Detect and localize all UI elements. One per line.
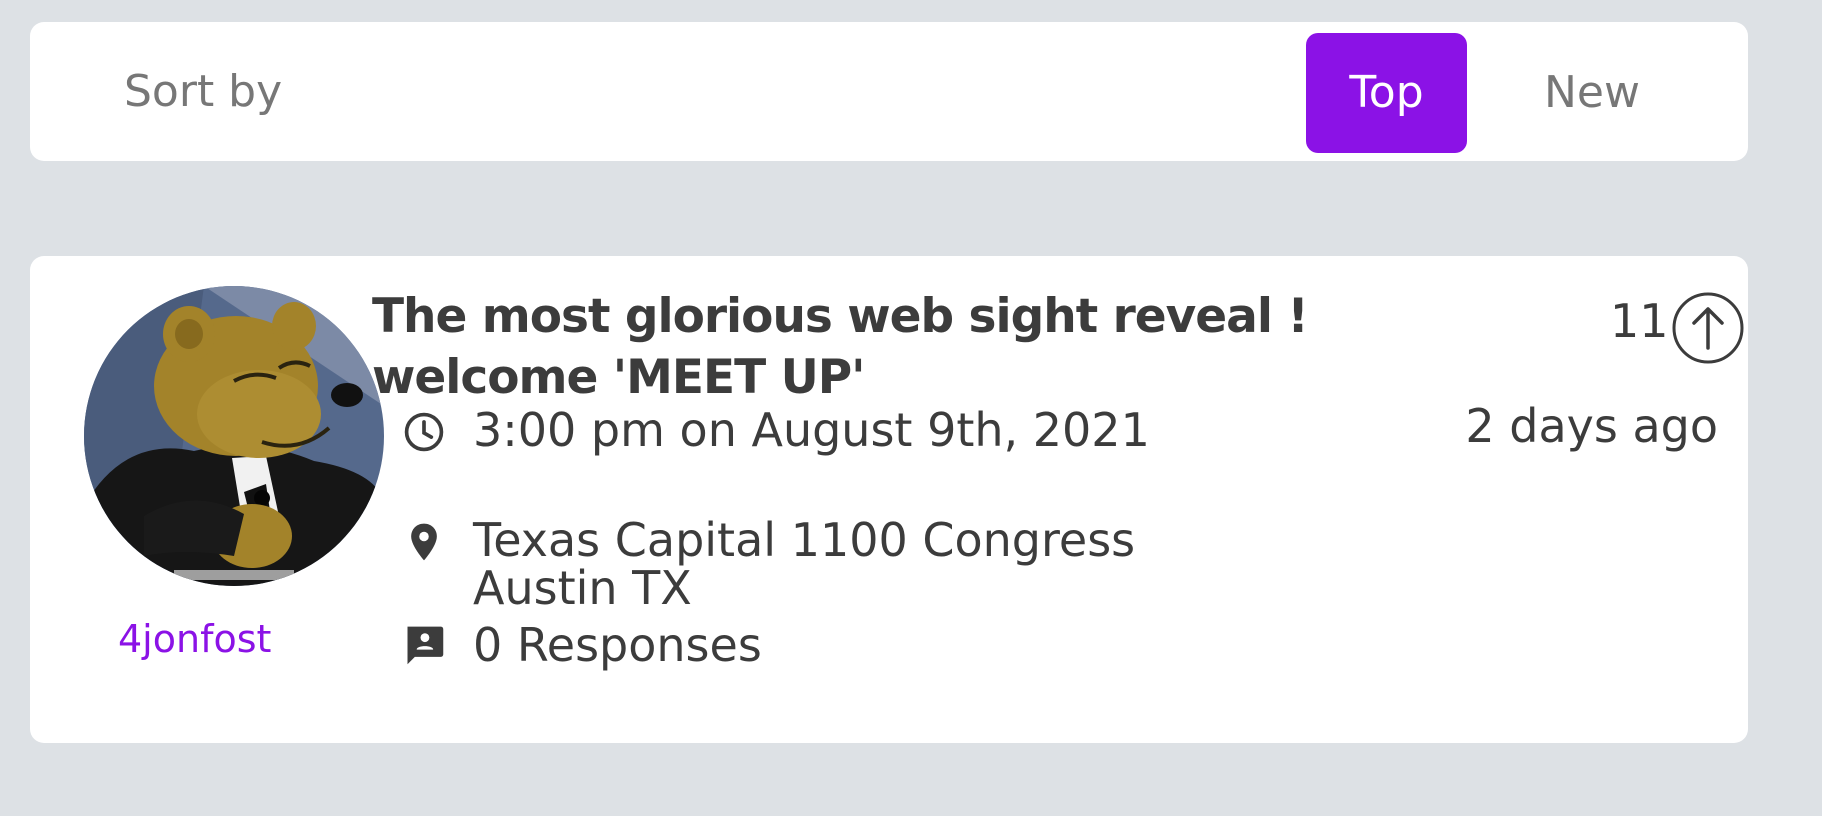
post-time-row: 3:00 pm on August 9th, 2021 xyxy=(402,406,1150,454)
sort-tab-new[interactable]: New xyxy=(1510,33,1674,153)
arrow-up-circle-icon[interactable] xyxy=(1672,292,1744,364)
bear-in-tuxedo-avatar xyxy=(84,286,384,586)
author-username-link[interactable]: 4jonfost xyxy=(118,617,271,661)
location-line-1: Texas Capital 1100 Congress xyxy=(473,513,1136,567)
post-responses-row: 0 Responses xyxy=(402,621,762,669)
sort-by-label: Sort by xyxy=(124,66,283,117)
vote-score: 11 xyxy=(1610,294,1669,348)
clock-icon xyxy=(404,412,444,452)
comment-icon xyxy=(407,626,444,665)
post-responses-count[interactable]: 0 Responses xyxy=(473,621,762,669)
post-age: 2 days ago xyxy=(1465,399,1718,453)
post-location-row: Texas Capital 1100 Congress Austin TX xyxy=(402,516,1135,612)
map-pin-icon xyxy=(411,523,437,561)
post-location: Texas Capital 1100 Congress Austin TX xyxy=(473,516,1135,612)
avatar-image xyxy=(84,286,384,586)
location-line-2: Austin TX xyxy=(473,561,692,615)
post-time: 3:00 pm on August 9th, 2021 xyxy=(473,403,1150,457)
post-title[interactable]: The most glorious web sight reveal ! wel… xyxy=(372,286,1352,408)
sort-tab-top[interactable]: Top xyxy=(1306,33,1467,153)
post-card: 4jonfost The most glorious web sight rev… xyxy=(30,256,1748,743)
sort-bar: Sort by Top New xyxy=(30,22,1748,161)
